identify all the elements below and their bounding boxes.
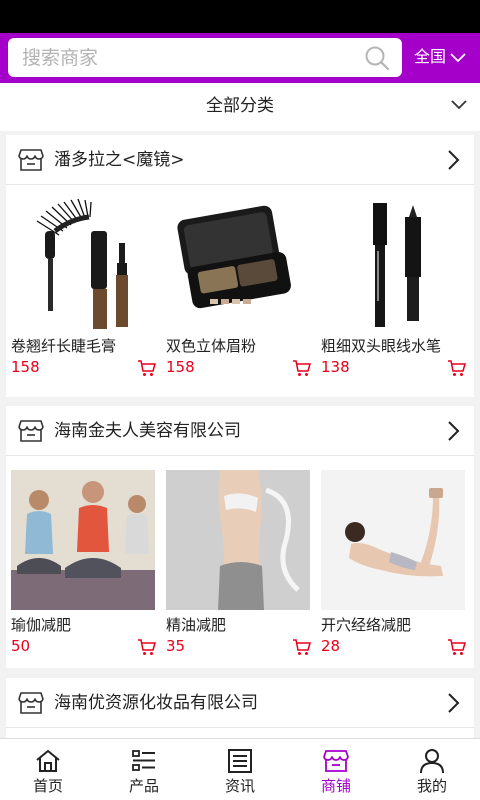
product-image xyxy=(321,470,465,610)
list-icon xyxy=(132,750,155,771)
product-item[interactable]: 开穴经络减肥 28 xyxy=(321,470,467,655)
product-price: 35 xyxy=(166,637,186,655)
nav-label: 产品 xyxy=(128,777,159,795)
product-image xyxy=(11,191,155,331)
status-bar xyxy=(0,0,480,33)
product-price: 158 xyxy=(11,358,40,376)
product-item[interactable]: 瑜伽减肥 50 xyxy=(11,470,157,655)
store-header[interactable]: 海南优资源化妆品有限公司 xyxy=(6,678,474,728)
top-bar: 搜索商家 全国 xyxy=(0,33,480,83)
product-image xyxy=(166,470,310,610)
product-price: 138 xyxy=(321,358,350,376)
region-selector[interactable]: 全国 xyxy=(414,45,467,69)
product-price: 28 xyxy=(321,637,341,655)
product-price: 50 xyxy=(11,637,31,655)
store-card: 潘多拉之<魔镜> 卷翘纤长睫毛膏 158 双色立体眉粉 158 粗细双头眼线水笔… xyxy=(6,135,474,397)
product-item[interactable]: 双色立体眉粉 158 xyxy=(166,191,312,376)
region-label: 全国 xyxy=(414,47,447,66)
chevron-right-icon xyxy=(448,150,460,170)
store-header[interactable]: 海南金夫人美容有限公司 xyxy=(6,406,474,456)
product-name: 双色立体眉粉 xyxy=(166,337,257,355)
chevron-right-icon xyxy=(448,421,460,441)
home-icon xyxy=(36,749,60,772)
cart-icon[interactable] xyxy=(447,359,467,377)
search-placeholder: 搜索商家 xyxy=(22,47,99,69)
nav-label: 商铺 xyxy=(320,777,351,795)
user-icon xyxy=(420,749,444,774)
nav-item-products[interactable]: 产品 xyxy=(96,739,192,800)
nav-item-stores[interactable]: 商铺 xyxy=(288,739,384,800)
product-name: 卷翘纤长睫毛膏 xyxy=(11,337,117,355)
nav-item-home[interactable]: 首页 xyxy=(0,739,96,800)
news-icon xyxy=(228,749,252,773)
chevron-right-icon xyxy=(448,693,460,713)
store-card: 海南金夫人美容有限公司 瑜伽减肥 50 精油减肥 35 开穴经络减肥 28 xyxy=(6,406,474,668)
search-icon[interactable] xyxy=(364,45,390,71)
shop-icon xyxy=(18,420,44,442)
nav-item-news[interactable]: 资讯 xyxy=(192,739,288,800)
product-name: 粗细双头眼线水笔 xyxy=(321,337,442,355)
product-image xyxy=(11,470,155,610)
cart-icon[interactable] xyxy=(137,638,157,656)
nav-label: 首页 xyxy=(32,777,63,795)
product-item[interactable]: 卷翘纤长睫毛膏 158 xyxy=(11,191,157,376)
category-label: 全部分类 xyxy=(206,96,274,116)
bottom-nav: 首页 产品 资讯 商铺 我的 xyxy=(0,738,480,800)
store-icon xyxy=(323,750,349,772)
shop-icon xyxy=(18,149,44,171)
cart-icon[interactable] xyxy=(137,359,157,377)
shop-icon xyxy=(18,692,44,714)
chevron-down-icon xyxy=(450,53,466,63)
store-header[interactable]: 潘多拉之<魔镜> xyxy=(6,135,474,185)
product-name: 精油减肥 xyxy=(166,616,227,634)
store-name: 潘多拉之<魔镜> xyxy=(54,150,185,170)
cart-icon[interactable] xyxy=(292,359,312,377)
product-name: 瑜伽减肥 xyxy=(11,616,72,634)
store-card: 海南优资源化妆品有限公司 xyxy=(6,678,474,738)
cart-icon[interactable] xyxy=(447,638,467,656)
product-name: 开穴经络减肥 xyxy=(321,616,412,634)
store-name: 海南优资源化妆品有限公司 xyxy=(54,693,258,713)
nav-label: 我的 xyxy=(416,777,447,795)
product-image xyxy=(166,191,310,331)
search-input[interactable]: 搜索商家 xyxy=(8,38,402,77)
cart-icon[interactable] xyxy=(292,638,312,656)
product-image xyxy=(321,191,465,331)
product-price: 158 xyxy=(166,358,195,376)
product-item[interactable]: 粗细双头眼线水笔 138 xyxy=(321,191,467,376)
store-name: 海南金夫人美容有限公司 xyxy=(54,421,241,441)
nav-label: 资讯 xyxy=(224,777,255,795)
category-filter[interactable]: 全部分类 xyxy=(0,83,480,131)
chevron-down-icon xyxy=(451,100,467,110)
nav-item-profile[interactable]: 我的 xyxy=(384,739,480,800)
product-item[interactable]: 精油减肥 35 xyxy=(166,470,312,655)
